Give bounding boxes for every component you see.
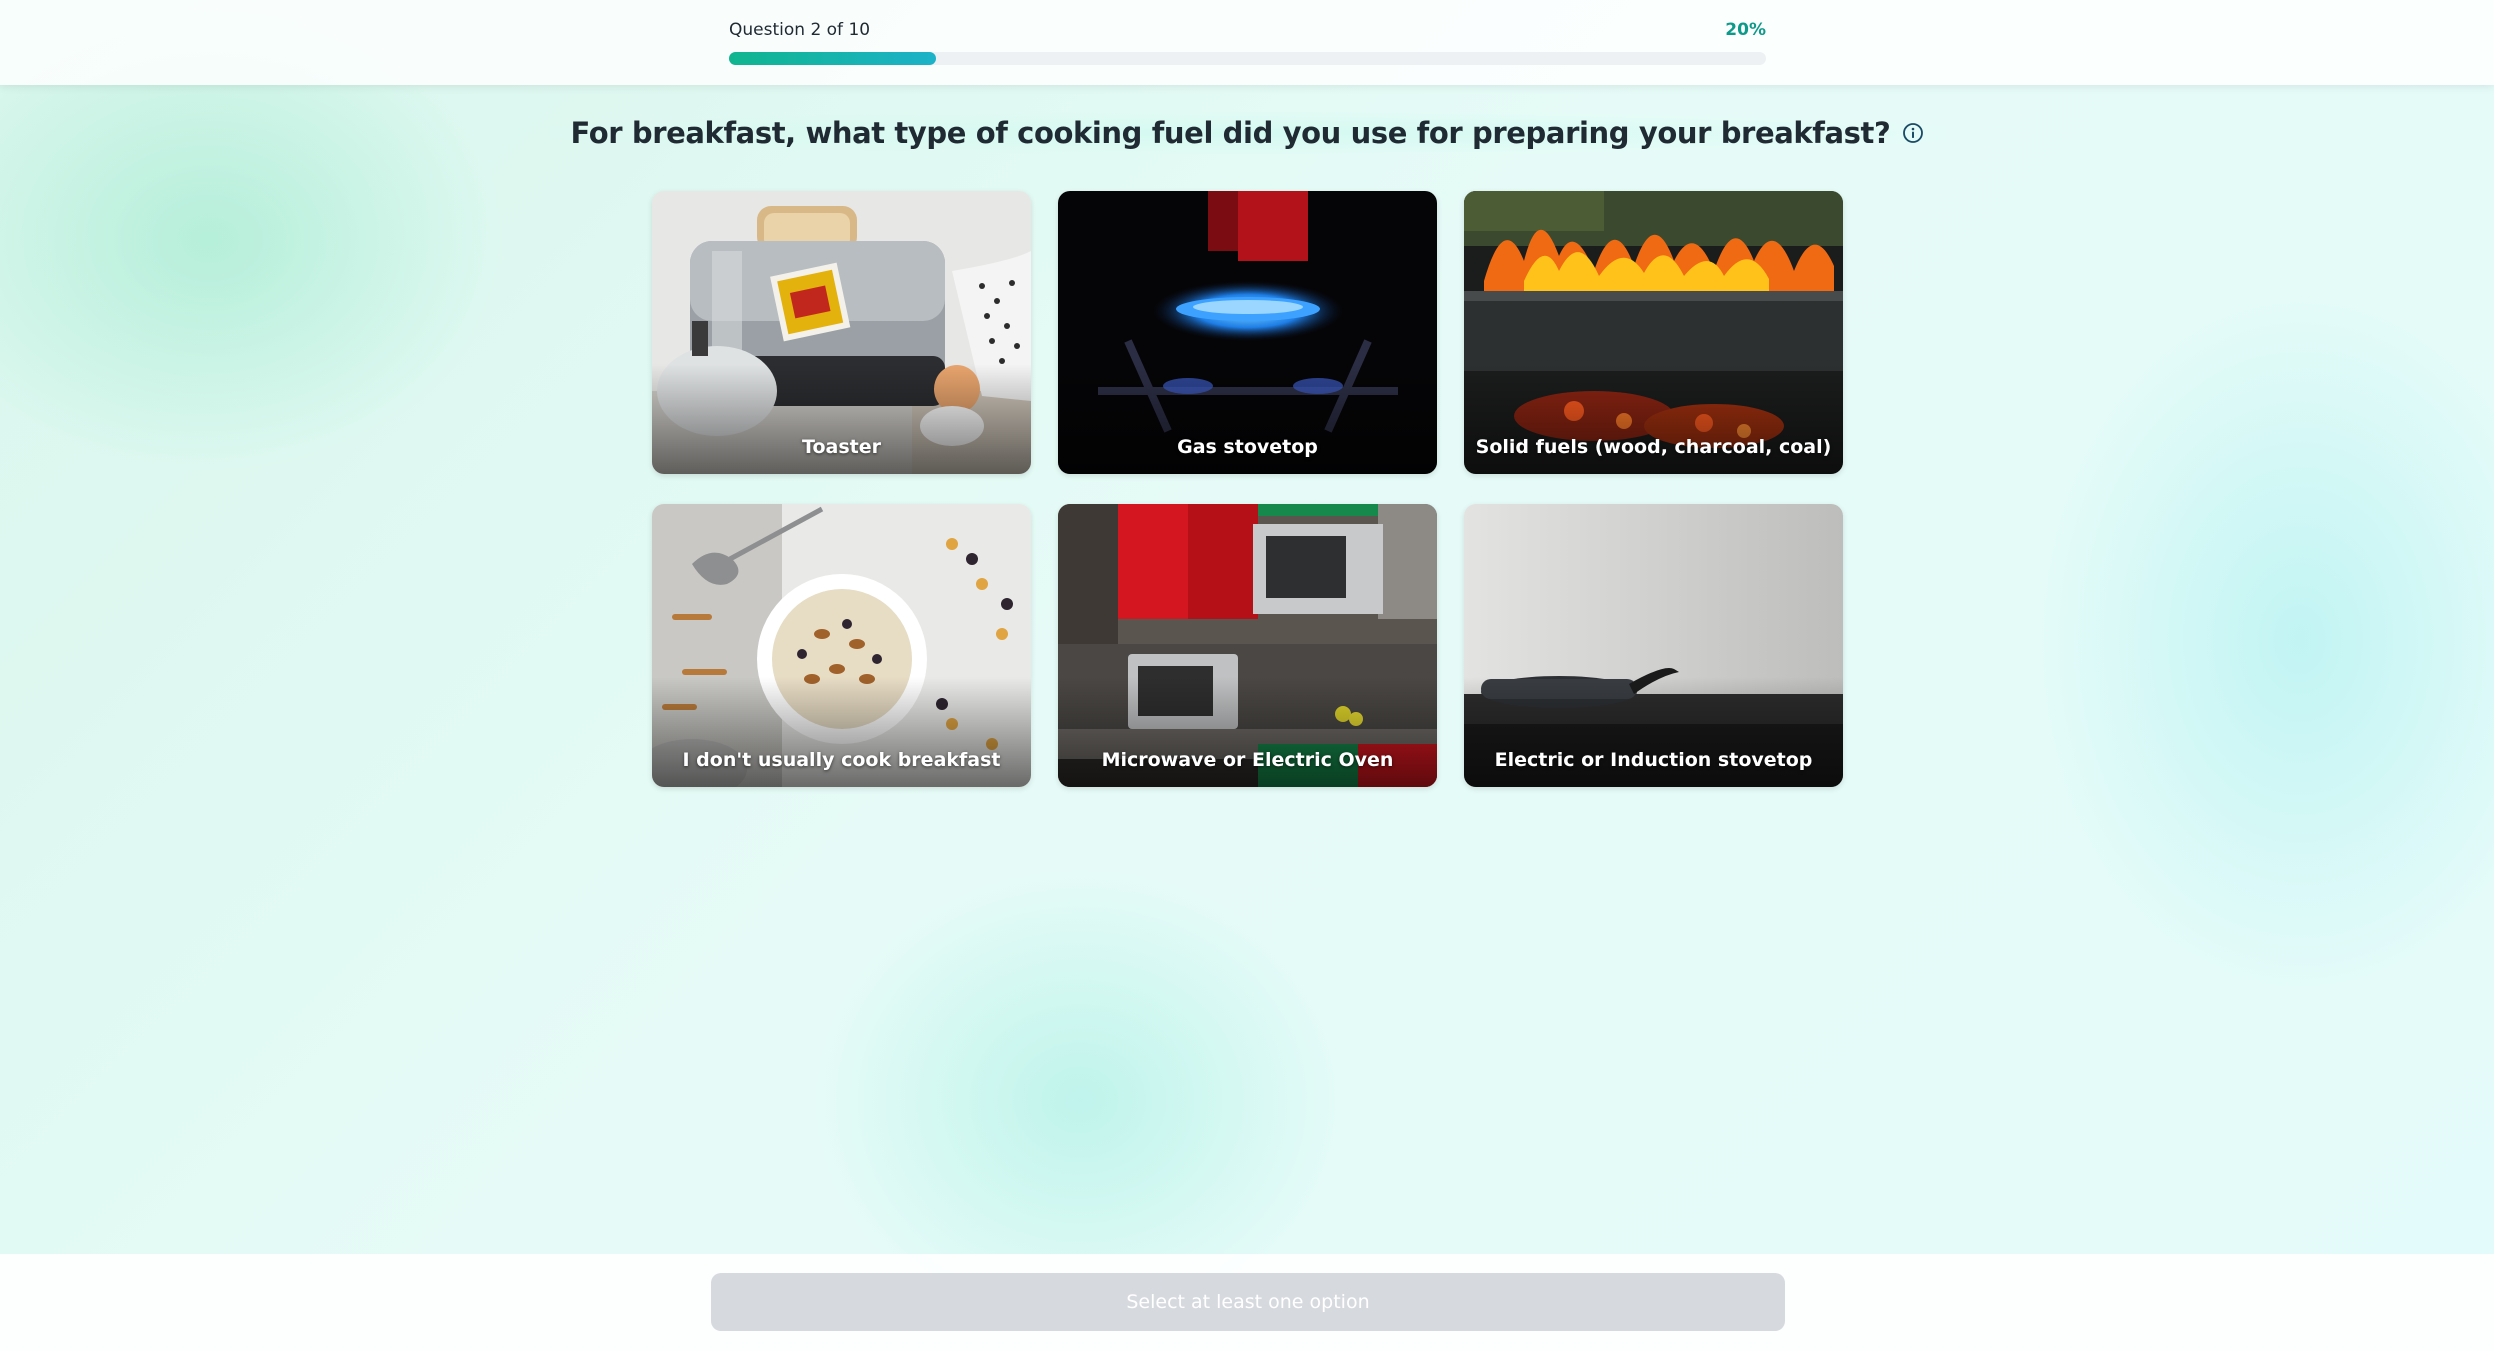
question-container: For breakfast, what type of cooking fuel… bbox=[548, 112, 1946, 154]
options-grid: Toaster Gas stovetop Solid fuels (wood, … bbox=[652, 191, 1843, 787]
option-label: I don't usually cook breakfast bbox=[682, 749, 1001, 771]
option-toaster[interactable]: Toaster bbox=[652, 191, 1031, 474]
option-gas-stovetop[interactable]: Gas stovetop bbox=[1058, 191, 1437, 474]
footer-bar: Select at least one option bbox=[0, 1254, 2494, 1351]
option-label: Solid fuels (wood, charcoal, coal) bbox=[1475, 436, 1832, 458]
option-microwave-oven[interactable]: Microwave or Electric Oven bbox=[1058, 504, 1437, 787]
option-electric-induction[interactable]: Electric or Induction stovetop bbox=[1464, 504, 1843, 787]
option-no-cooking[interactable]: I don't usually cook breakfast bbox=[652, 504, 1031, 787]
option-label: Toaster bbox=[802, 436, 881, 458]
option-solid-fuels[interactable]: Solid fuels (wood, charcoal, coal) bbox=[1464, 191, 1843, 474]
option-label: Microwave or Electric Oven bbox=[1101, 749, 1394, 771]
info-icon[interactable] bbox=[1902, 122, 1924, 144]
option-label: Gas stovetop bbox=[1177, 436, 1318, 458]
progress-track bbox=[729, 52, 1766, 65]
question-text: For breakfast, what type of cooking fuel… bbox=[570, 116, 1891, 150]
continue-button[interactable]: Select at least one option bbox=[711, 1273, 1785, 1331]
progress-label: Question 2 of 10 bbox=[729, 20, 871, 40]
progress-fill bbox=[729, 52, 937, 65]
progress-header: Question 2 of 10 20% bbox=[0, 0, 2494, 85]
option-label: Electric or Induction stovetop bbox=[1494, 749, 1813, 771]
question-heading: For breakfast, what type of cooking fuel… bbox=[0, 112, 2494, 154]
progress-percent: 20% bbox=[1725, 20, 1766, 40]
